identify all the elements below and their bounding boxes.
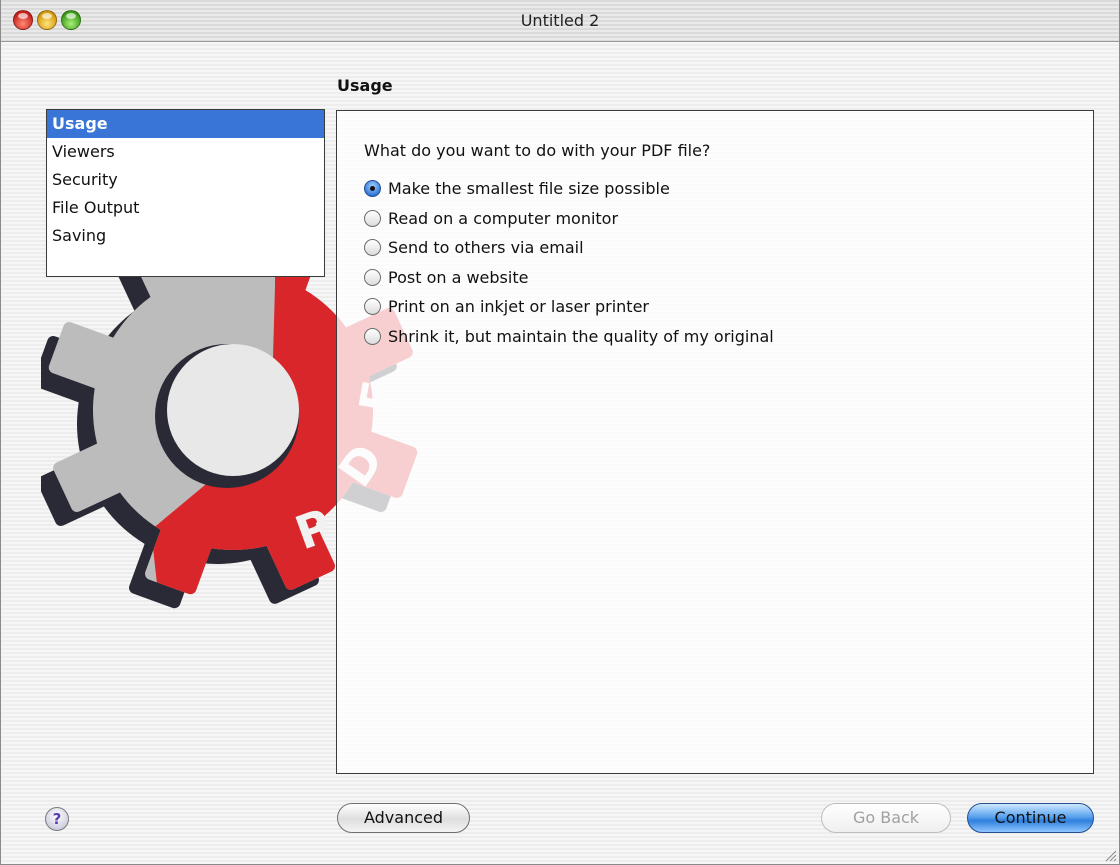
option-smallest-file-size[interactable]: Make the smallest file size possible	[364, 174, 774, 204]
category-list[interactable]: Usage Viewers Security File Output Savin…	[46, 109, 325, 277]
option-send-via-email[interactable]: Send to others via email	[364, 233, 774, 263]
radio-button[interactable]	[364, 239, 381, 257]
sidebar-item-file-output[interactable]: File Output	[47, 194, 324, 222]
advanced-button[interactable]: Advanced	[337, 803, 470, 833]
option-label: Make the smallest file size possible	[388, 179, 670, 199]
usage-options: Make the smallest file size possible Rea…	[364, 174, 774, 351]
sidebar-item-usage[interactable]: Usage	[47, 110, 324, 138]
option-label: Read on a computer monitor	[388, 208, 619, 228]
option-label: Post on a website	[388, 267, 529, 287]
option-shrink-maintain-quality[interactable]: Shrink it, but maintain the quality of m…	[364, 322, 774, 352]
radio-button[interactable]	[364, 298, 381, 316]
option-label: Print on an inkjet or laser printer	[388, 297, 649, 317]
option-label: Shrink it, but maintain the quality of m…	[388, 326, 774, 346]
resize-grip-icon[interactable]	[1103, 848, 1117, 862]
usage-question: What do you want to do with your PDF fil…	[364, 141, 711, 160]
sidebar-item-security[interactable]: Security	[47, 166, 324, 194]
option-print[interactable]: Print on an inkjet or laser printer	[364, 292, 774, 322]
title-bar: Untitled 2	[1, 0, 1119, 42]
option-label: Send to others via email	[388, 238, 584, 258]
option-post-on-website[interactable]: Post on a website	[364, 263, 774, 293]
continue-button[interactable]: Continue	[967, 803, 1094, 833]
radio-button[interactable]	[364, 209, 381, 227]
help-button[interactable]: ?	[45, 807, 69, 831]
window-title: Untitled 2	[520, 11, 600, 30]
radio-button[interactable]	[364, 268, 381, 286]
option-read-on-monitor[interactable]: Read on a computer monitor	[364, 204, 774, 234]
go-back-button[interactable]: Go Back	[821, 803, 951, 833]
radio-button-selected[interactable]	[364, 180, 381, 198]
radio-button[interactable]	[364, 327, 381, 345]
app-window: Untitled 2 Usage P Usage Viewers Securit…	[0, 0, 1120, 865]
section-title: Usage	[337, 76, 393, 95]
sidebar-item-saving[interactable]: Saving	[47, 222, 324, 250]
usage-panel: What do you want to do with your PDF fil…	[336, 110, 1094, 774]
sidebar-item-viewers[interactable]: Viewers	[47, 138, 324, 166]
